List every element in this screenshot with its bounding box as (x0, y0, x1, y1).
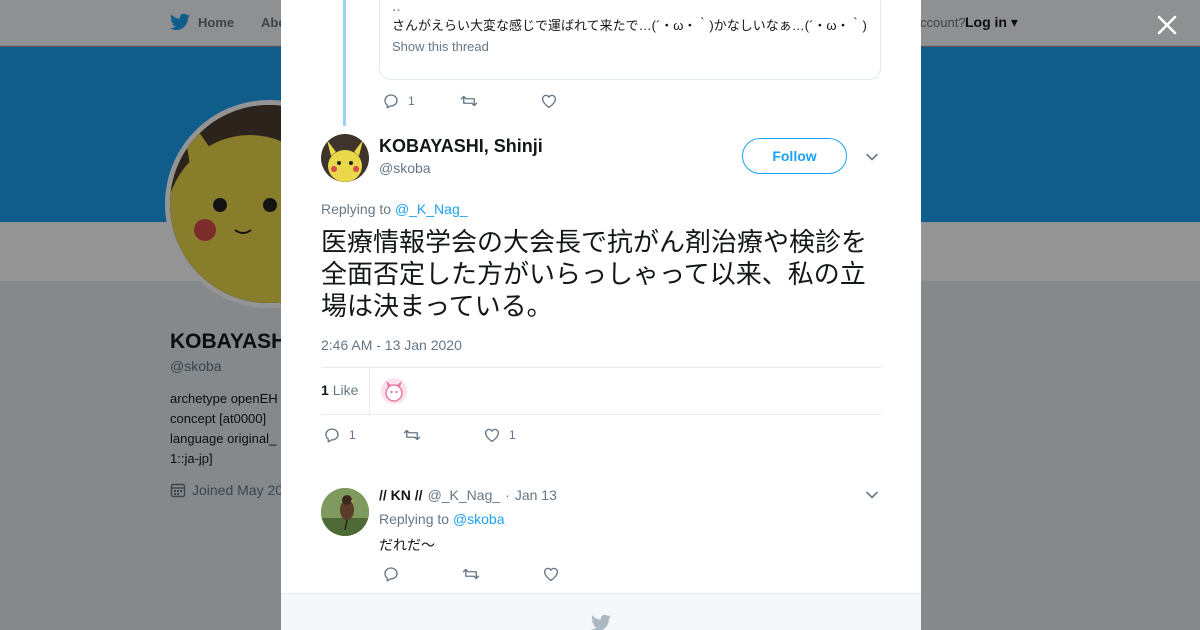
reply-icon (384, 94, 398, 109)
reply-date[interactable]: Jan 13 (515, 487, 557, 503)
liker-avatar[interactable] (381, 378, 407, 404)
reply-count: 1 (349, 428, 356, 442)
quoted-tweet-text: ‥ さんがえらい大変な感じで運ばれて来たで…(´・ω・｀)かなしいなぁ…(´・ω… (392, 0, 867, 33)
separator-dot: · (505, 487, 510, 503)
author-name[interactable]: KOBAYASHI, Shinji (379, 136, 543, 157)
retweet-icon (403, 429, 421, 441)
reply-text: だれだ～ (379, 537, 435, 553)
reply-replying-prefix: Replying to (379, 511, 450, 527)
reply-button[interactable] (382, 565, 462, 583)
heart-icon (543, 567, 559, 582)
likes-stat-label: Like (332, 382, 359, 398)
reply-icon (384, 567, 398, 582)
tweet-timestamp[interactable]: 2:46 AM - 13 Jan 2020 (321, 337, 462, 353)
likes-stat[interactable]: 1 Like (321, 382, 358, 398)
stats-divider (369, 368, 370, 414)
chevron-down-icon[interactable] (865, 150, 879, 164)
replying-to-link[interactable]: @_K_Nag_ (395, 201, 468, 217)
tweet-text: 医療情報学会の大会長で抗がん剤治療や検診を全面否定した方がいらっしゃって以来、私… (321, 227, 868, 321)
reply-button[interactable]: 1 (382, 92, 460, 110)
reply-count: 1 (408, 94, 415, 108)
bird-avatar-image (321, 488, 369, 536)
follow-button[interactable]: Follow (742, 138, 847, 174)
liker-avatar-image (381, 378, 407, 404)
tweet-permalink-modal: ‥ さんがえらい大変な感じで運ばれて来たで…(´・ω・｀)かなしいなぁ…(´・ω… (281, 0, 921, 630)
retweet-icon (460, 95, 478, 107)
retweet-button[interactable] (403, 426, 483, 444)
retweet-button[interactable] (462, 565, 542, 583)
author-handle[interactable]: @skoba (379, 160, 431, 176)
show-thread-link[interactable]: Show this thread (392, 39, 868, 54)
thread-connector-line (343, 0, 346, 126)
parent-tweet-actions: 1 (382, 92, 566, 110)
main-tweet-actions: 1 1 (323, 426, 516, 444)
reply-replying-link[interactable]: @skoba (453, 511, 505, 527)
chevron-down-icon[interactable] (865, 488, 879, 502)
heart-icon (484, 428, 500, 443)
replying-to: Replying to @_K_Nag_ (321, 201, 468, 217)
replying-to-prefix: Replying to (321, 201, 392, 217)
like-button[interactable]: 1 (483, 426, 516, 444)
quoted-tweet-card[interactable]: ‥ さんがえらい大変な感じで運ばれて来たで…(´・ω・｀)かなしいなぁ…(´・ω… (379, 0, 881, 80)
retweet-icon (462, 568, 480, 580)
reply-replying-to: Replying to @skoba (379, 511, 505, 527)
like-count: 1 (509, 428, 516, 442)
tweet-stats: 1 Like (321, 367, 881, 415)
reply-author-name[interactable]: // KN // (379, 487, 423, 503)
reply-icon (325, 428, 339, 443)
quoted-tweet-body: さんがえらい大変な感じで運ばれて来たで…(´・ω・｀)かなしいなぁ…(´・ω・｀… (392, 18, 867, 33)
pikachu-avatar-image (321, 134, 369, 182)
likes-stat-count: 1 (321, 382, 329, 398)
reply-author-avatar[interactable] (321, 488, 369, 536)
like-button[interactable] (540, 92, 566, 110)
author-avatar[interactable] (321, 134, 369, 182)
heart-icon (541, 94, 557, 109)
reply-header: // KN // @_K_Nag_ · Jan 13 (379, 487, 557, 503)
close-icon[interactable] (1154, 12, 1180, 38)
reply-author-handle[interactable]: @_K_Nag_ (428, 487, 501, 503)
like-button[interactable] (542, 565, 560, 583)
reply-tweet-actions (382, 565, 560, 583)
twitter-bird-icon (591, 614, 611, 630)
retweet-button[interactable] (460, 92, 540, 110)
reply-button[interactable]: 1 (323, 426, 403, 444)
modal-footer (281, 593, 921, 630)
